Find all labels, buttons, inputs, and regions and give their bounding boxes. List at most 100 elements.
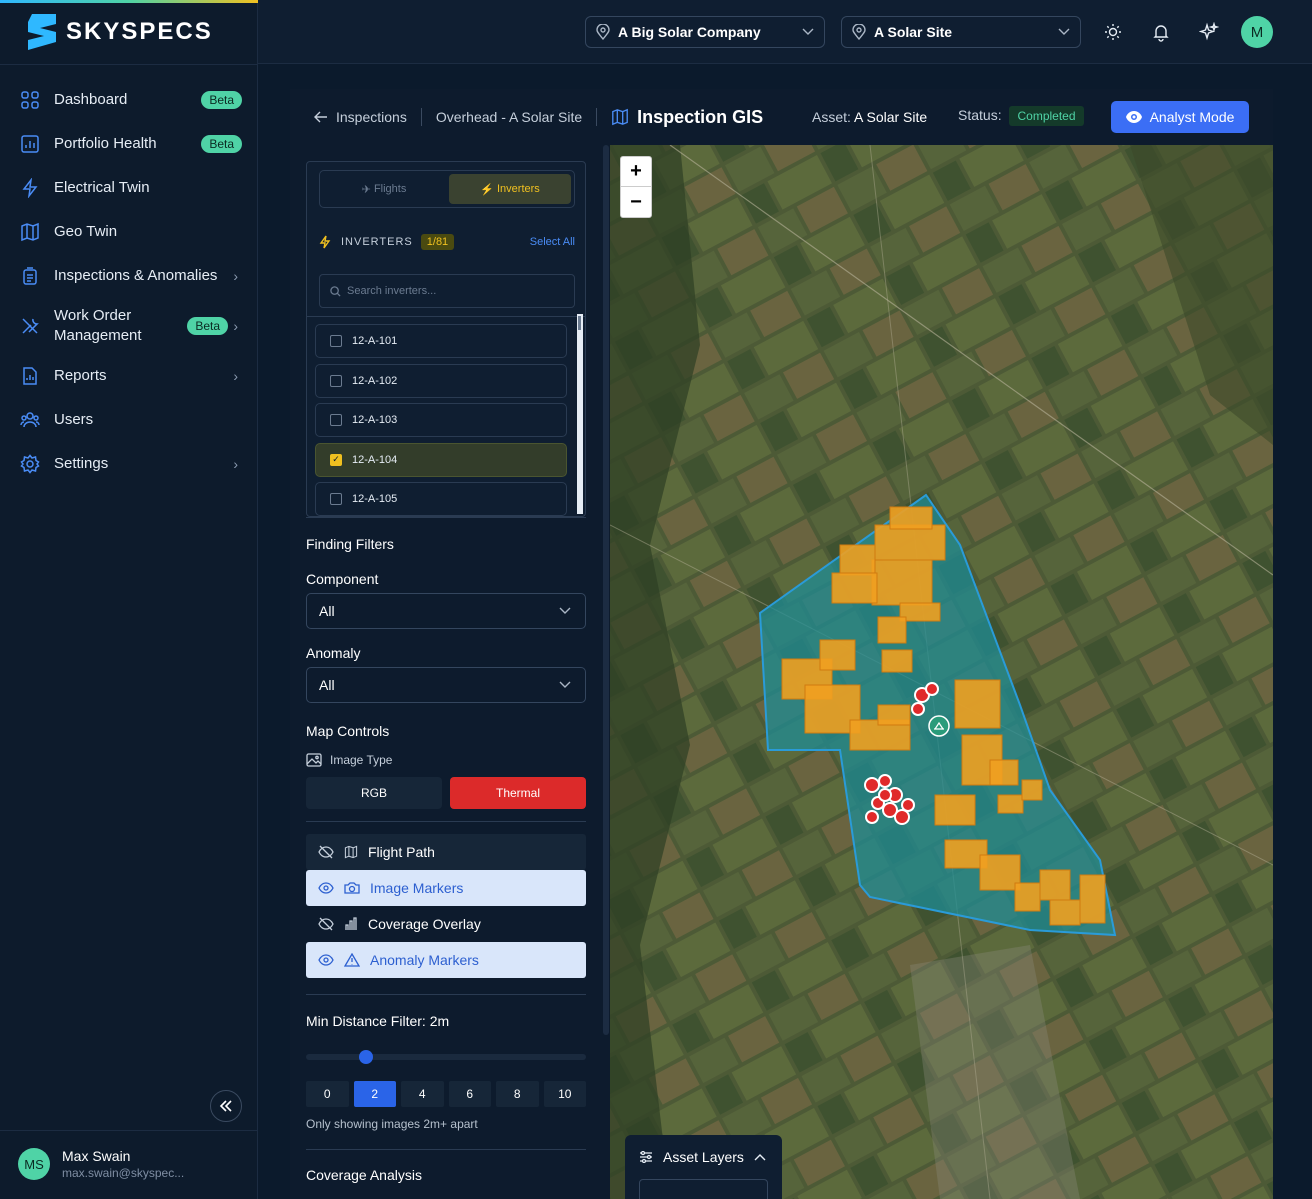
asset-layers-title: Asset Layers — [663, 1149, 744, 1165]
avatar[interactable]: M — [1241, 16, 1273, 48]
arrow-left-icon — [314, 111, 327, 123]
report-icon — [20, 366, 40, 386]
user-name: Max Swain — [62, 1148, 131, 1164]
camera-icon — [344, 882, 360, 894]
sidebar-item-electrical-twin[interactable]: Electrical Twin — [0, 166, 258, 210]
status-meta: Status: Completed — [958, 106, 1084, 126]
status-badge: Completed — [1009, 106, 1084, 126]
sidebar-nav: Dashboard Beta Portfolio Health Beta Ele… — [0, 78, 258, 486]
panel-scrollbar[interactable] — [603, 145, 609, 1035]
anomaly-value: All — [319, 677, 335, 693]
zoom-out-button[interactable]: − — [621, 187, 651, 217]
collapse-sidebar-button[interactable] — [210, 1090, 242, 1122]
sidebar-item-inspections-anomalies[interactable]: Inspections & Anomalies › — [0, 254, 258, 298]
analyst-mode-label: Analyst Mode — [1149, 109, 1235, 125]
image-markers-toggle[interactable]: Image Markers — [306, 870, 586, 906]
tools-icon — [20, 316, 40, 336]
sidebar-item-dashboard[interactable]: Dashboard Beta — [0, 78, 258, 122]
inverter-list-scrollbar[interactable] — [577, 314, 583, 514]
inverter-panel: ✈ Flights ⚡ Inverters INVERTERS 1/81 Sel… — [306, 161, 586, 517]
inverter-item-selected[interactable]: ✓ 12-A-104 — [315, 442, 567, 477]
scrollbar-thumb[interactable] — [578, 316, 581, 330]
gear-icon — [20, 454, 40, 474]
site-select[interactable]: A Solar Site — [841, 16, 1081, 48]
inverter-count-badge: 1/81 — [420, 234, 455, 250]
sidebar-item-reports[interactable]: Reports › — [0, 354, 258, 398]
checkbox[interactable] — [330, 374, 342, 387]
inverter-item[interactable]: 12-A-101 — [315, 324, 567, 358]
map-icon — [20, 222, 40, 242]
step-0[interactable]: 0 — [306, 1081, 349, 1107]
asset-layer-item[interactable] — [639, 1179, 768, 1199]
page-title: Inspection GIS — [637, 106, 764, 127]
thermal-button[interactable]: Thermal — [450, 777, 586, 809]
rgb-button[interactable]: RGB — [306, 777, 442, 809]
inverter-item[interactable]: 12-A-103 — [315, 403, 567, 437]
flight-path-toggle[interactable]: Flight Path — [306, 834, 586, 870]
left-panel: ✈ Flights ⚡ Inverters INVERTERS 1/81 Sel… — [306, 145, 586, 1199]
checkbox-checked[interactable]: ✓ — [330, 453, 342, 466]
component-select[interactable]: All — [306, 593, 586, 629]
chevron-down-icon — [802, 28, 814, 35]
step-2[interactable]: 2 — [353, 1081, 396, 1107]
sidebar-item-label: Geo Twin — [54, 223, 118, 240]
tab-flights[interactable]: ✈ Flights — [323, 174, 445, 204]
sidebar-item-settings[interactable]: Settings › — [0, 442, 258, 486]
step-4[interactable]: 4 — [401, 1081, 444, 1107]
checkbox[interactable] — [330, 335, 342, 347]
asset-label: Asset: — [812, 109, 851, 125]
search-icon — [330, 285, 341, 297]
sidebar-item-users[interactable]: Users — [0, 398, 258, 442]
sidebar-item-label: Reports — [54, 367, 107, 384]
sidebar-item-label: Inspections & Anomalies — [54, 267, 218, 284]
company-select[interactable]: A Big Solar Company — [585, 16, 825, 48]
map-view[interactable]: + − Asset Layers — [610, 145, 1273, 1199]
step-10[interactable]: 10 — [543, 1081, 586, 1107]
coverage-overlay-toggle[interactable]: Coverage Overlay — [306, 906, 586, 942]
lightning-icon — [20, 178, 40, 198]
step-8[interactable]: 8 — [496, 1081, 539, 1107]
panel-tabs: ✈ Flights ⚡ Inverters — [319, 170, 575, 208]
satellite-map[interactable] — [610, 145, 1273, 1199]
bell-icon[interactable] — [1151, 22, 1171, 42]
inverter-item[interactable]: 12-A-102 — [315, 363, 567, 398]
zoom-in-button[interactable]: + — [621, 157, 651, 187]
chevron-right-icon: › — [233, 368, 238, 384]
anomaly-markers-toggle[interactable]: Anomaly Markers — [306, 942, 586, 978]
analyst-mode-button[interactable]: Analyst Mode — [1111, 101, 1249, 133]
inverter-item[interactable]: 12-A-105 — [315, 482, 567, 516]
beta-badge: Beta — [201, 91, 242, 109]
image-type-label: Image Type — [306, 753, 392, 767]
component-value: All — [319, 603, 335, 619]
tab-inverters[interactable]: ⚡ Inverters — [449, 174, 571, 204]
eye-icon — [318, 954, 334, 966]
sidebar-item-label: Portfolio Health — [54, 135, 157, 152]
checkbox[interactable] — [330, 493, 342, 505]
asset-layers-panel[interactable]: Asset Layers — [625, 1135, 782, 1199]
sidebar-item-work-order-management[interactable]: Work Order Management Beta › — [0, 298, 258, 354]
sidebar-item-geo-twin[interactable]: Geo Twin — [0, 210, 258, 254]
chevron-down-icon — [559, 607, 571, 614]
asset-meta: Asset: A Solar Site — [812, 109, 927, 125]
top-bar: A Big Solar Company A Solar Site M — [258, 0, 1312, 64]
user-profile[interactable]: MS Max Swain max.swain@skyspec... — [18, 1148, 184, 1180]
sun-icon[interactable] — [1103, 22, 1123, 42]
sidebar: SKYSPECS Dashboard Beta Portfolio Health… — [0, 0, 258, 1199]
eye-off-icon — [318, 845, 334, 859]
chevron-down-icon — [559, 681, 571, 688]
breadcrumb-back-link[interactable]: Inspections — [314, 109, 407, 125]
step-6[interactable]: 6 — [448, 1081, 491, 1107]
inverter-search-input[interactable]: Search inverters... — [319, 274, 575, 308]
checkbox[interactable] — [330, 414, 342, 426]
beta-badge: Beta — [201, 135, 242, 153]
slider-handle[interactable] — [359, 1050, 373, 1064]
select-all-link[interactable]: Select All — [530, 236, 575, 248]
sidebar-item-portfolio-health[interactable]: Portfolio Health Beta — [0, 122, 258, 166]
coverage-analysis-title: Coverage Analysis — [306, 1167, 422, 1183]
min-distance-slider[interactable] — [306, 1050, 586, 1064]
breadcrumb-parent[interactable]: Overhead - A Solar Site — [436, 109, 582, 125]
zoom-controls: + − — [620, 156, 652, 218]
skyspecs-logo-icon — [28, 14, 56, 50]
anomaly-select[interactable]: All — [306, 667, 586, 703]
sparkles-icon[interactable] — [1199, 22, 1219, 42]
